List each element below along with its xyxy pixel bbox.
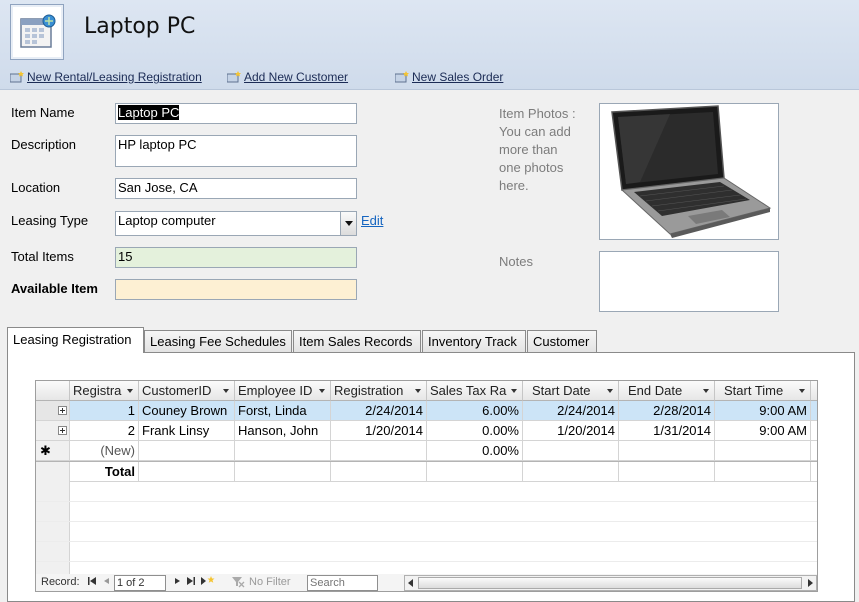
record-label: Record: (41, 576, 80, 588)
leasing-type-combo[interactable]: Laptop computer (115, 211, 357, 236)
table-row[interactable]: 2 Frank Linsy Hanson, John 1/20/2014 0.0… (36, 421, 817, 441)
new-sales-order-link[interactable]: New Sales Order (394, 70, 504, 84)
dropdown-arrow-icon[interactable] (340, 212, 356, 235)
new-blank-record-icon[interactable] (200, 575, 216, 590)
scroll-right-icon[interactable] (808, 579, 813, 587)
item-name-label: Item Name (11, 105, 75, 120)
select-all-corner[interactable] (36, 381, 70, 401)
current-record-input[interactable]: 1 of 2 (114, 575, 166, 591)
new-sales-order-label: New Sales Order (412, 70, 504, 84)
tab-inventory-track[interactable]: Inventory Track (422, 330, 526, 352)
new-record-icon (226, 71, 241, 83)
description-field[interactable]: HP laptop PC (115, 135, 357, 167)
record-selector[interactable] (36, 401, 70, 421)
last-record-icon[interactable] (186, 575, 196, 590)
tab-item-sales-records[interactable]: Item Sales Records (293, 330, 421, 352)
filter-icon[interactable] (231, 575, 245, 591)
dropdown-arrow-icon (415, 389, 421, 393)
form-icon (10, 4, 64, 60)
col-header-sales-tax-rate[interactable]: Sales Tax Ra (427, 381, 523, 401)
notes-field[interactable] (599, 251, 779, 312)
edit-leasing-type-link[interactable]: Edit (361, 213, 383, 228)
horizontal-scrollbar[interactable] (404, 575, 817, 591)
col-header-registration-id[interactable]: Registra (70, 381, 139, 401)
new-record-row[interactable]: ✱ (New) 0.00% (36, 441, 817, 461)
no-filter-indicator[interactable]: No Filter (249, 576, 291, 588)
dropdown-arrow-icon (223, 389, 229, 393)
search-input[interactable] (307, 575, 378, 591)
total-row: Total (36, 461, 817, 482)
col-header-start-date[interactable]: Start Date (523, 381, 619, 401)
tab-customer[interactable]: Customer (527, 330, 597, 352)
add-customer-label: Add New Customer (244, 70, 349, 84)
new-registration-label: New Rental/Leasing Registration (27, 70, 202, 84)
dropdown-arrow-icon (319, 389, 325, 393)
leasing-registration-datasheet[interactable]: Registra CustomerID Employee ID Registra… (35, 380, 818, 576)
dropdown-arrow-icon (703, 389, 709, 393)
laptop-photo-icon (611, 105, 772, 238)
available-item-label: Available Item (11, 281, 98, 296)
form-title: Laptop PC (84, 14, 196, 39)
total-items-field[interactable]: 15 (115, 247, 357, 268)
new-record-label[interactable]: (New) (70, 441, 139, 461)
total-row-label: Total (70, 462, 139, 482)
previous-record-icon[interactable] (102, 575, 110, 590)
expand-plus-icon[interactable] (58, 406, 67, 415)
scroll-left-icon[interactable] (408, 579, 413, 587)
col-header-start-time[interactable]: Start Time (715, 381, 811, 401)
new-record-icon (9, 71, 24, 83)
add-customer-link[interactable]: Add New Customer (226, 70, 349, 84)
col-header-end-date[interactable]: End Date (619, 381, 715, 401)
grid-header-row: Registra CustomerID Employee ID Registra… (36, 381, 817, 401)
new-record-asterisk-icon[interactable]: ✱ (36, 441, 70, 461)
item-name-field[interactable]: Laptop PC (115, 103, 357, 124)
record-selector[interactable] (36, 421, 70, 441)
scrollbar-thumb[interactable] (418, 577, 802, 589)
new-registration-link[interactable]: New Rental/Leasing Registration (9, 70, 202, 84)
col-header-more (811, 381, 817, 401)
form-header: Laptop PC New Rental/Leasing Registratio… (0, 0, 859, 90)
tab-leasing-fee-schedules[interactable]: Leasing Fee Schedules (144, 330, 292, 352)
leasing-type-label: Leasing Type (11, 213, 89, 228)
dropdown-arrow-icon (511, 389, 517, 393)
first-record-icon[interactable] (87, 575, 97, 590)
new-record-icon (394, 71, 409, 83)
record-navigation-bar: Record: 1 of 2 No Filter (35, 574, 818, 592)
location-label: Location (11, 180, 61, 195)
dropdown-arrow-icon (127, 389, 133, 393)
description-label: Description (11, 137, 77, 152)
location-field[interactable]: San Jose, CA (115, 178, 357, 199)
next-record-icon[interactable] (173, 575, 181, 590)
col-header-customer-id[interactable]: CustomerID (139, 381, 235, 401)
tab-leasing-registration[interactable]: Leasing Registration (7, 327, 144, 353)
dropdown-arrow-icon (607, 389, 613, 393)
dropdown-arrow-icon (799, 389, 805, 393)
item-photo-attachment[interactable] (599, 103, 779, 240)
expand-plus-icon[interactable] (58, 426, 67, 435)
col-header-registration[interactable]: Registration (331, 381, 427, 401)
photos-label: Item Photos : You can add more than one … (499, 106, 576, 193)
available-item-field[interactable] (115, 279, 357, 300)
total-items-label: Total Items (11, 249, 74, 264)
notes-label: Notes (499, 254, 533, 269)
item-name-value: Laptop PC (118, 105, 180, 120)
leasing-type-value: Laptop computer (118, 213, 216, 228)
table-row[interactable]: 1 Couney Brown Forst, Linda 2/24/2014 6.… (36, 401, 817, 421)
col-header-employee-id[interactable]: Employee ID (235, 381, 331, 401)
